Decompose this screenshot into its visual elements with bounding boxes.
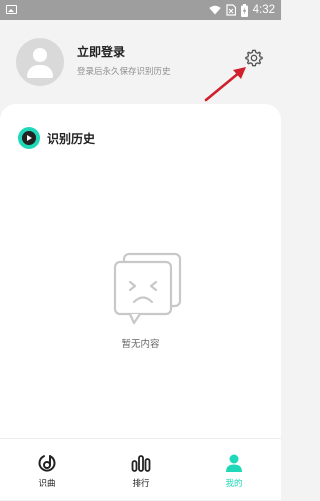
ranking-bars-icon bbox=[131, 455, 151, 472]
wifi-icon bbox=[208, 5, 221, 15]
no-sim-icon bbox=[226, 4, 236, 16]
nav-label-ranking: 排行 bbox=[132, 479, 150, 489]
avatar[interactable] bbox=[16, 38, 64, 86]
nav-label-mine: 我的 bbox=[225, 479, 243, 489]
nav-item-recognize[interactable]: 识曲 bbox=[0, 439, 94, 501]
nav-item-ranking[interactable]: 排行 bbox=[94, 439, 188, 501]
history-card: 识别历史 暂无内容 bbox=[0, 104, 281, 438]
status-time: 4:32 bbox=[252, 4, 275, 16]
profile-icon bbox=[226, 454, 242, 472]
status-bar: 4:32 bbox=[0, 0, 281, 20]
empty-state-text: 暂无内容 bbox=[121, 339, 160, 350]
empty-face-icon bbox=[113, 252, 182, 325]
battery-charging-icon bbox=[240, 3, 248, 17]
bottom-nav: 识曲 排行 我的 bbox=[0, 438, 281, 500]
nav-label-recognize: 识曲 bbox=[38, 479, 56, 489]
gallery-notification-icon bbox=[6, 5, 17, 14]
login-title[interactable]: 立即登录 bbox=[77, 43, 125, 60]
history-title: 识别历史 bbox=[47, 132, 96, 146]
profile-header: 立即登录 登录后永久保存识别历史 bbox=[0, 20, 281, 104]
annotation-arrow bbox=[204, 67, 246, 102]
history-play-icon bbox=[18, 127, 40, 149]
nav-item-mine[interactable]: 我的 bbox=[187, 439, 281, 501]
login-subtitle: 登录后永久保存识别历史 bbox=[77, 67, 171, 77]
music-recognize-icon bbox=[38, 455, 56, 472]
